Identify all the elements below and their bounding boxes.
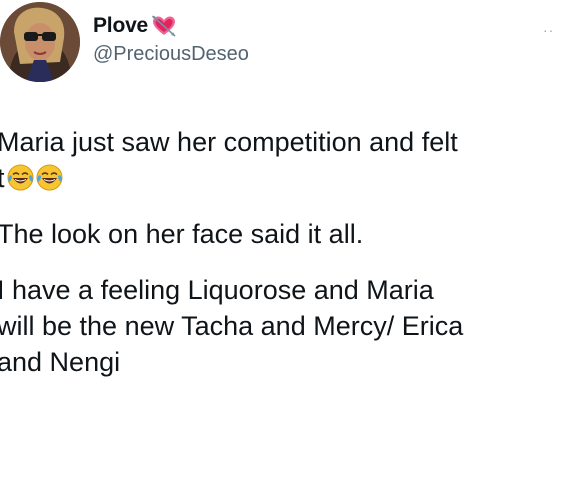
- tweet-text: Maria just saw her competition and felt …: [0, 124, 567, 380]
- user-handle[interactable]: @PreciousDeseo: [93, 43, 249, 66]
- face-with-tears-of-joy-icon: [36, 164, 63, 191]
- tweet-paragraph-3-line-3: and Nengi: [0, 347, 121, 377]
- tweet-paragraph-1-line-2-text: t: [0, 163, 5, 193]
- tweet-paragraph-1-line-1: Maria just saw her competition and felt: [0, 127, 458, 157]
- avatar-photo: [0, 2, 80, 82]
- tweet-paragraph-2: The look on her face said it all.: [0, 219, 364, 249]
- tweet-paragraph-3-line-1: I have a feeling Liquorose and Maria: [0, 275, 434, 305]
- tweet-card: Plove @PreciousDeseo ·· Maria just saw h…: [0, 0, 567, 479]
- tweet-paragraph-3-line-2: will be the new Tacha and Mercy/ Erica: [0, 311, 464, 341]
- tweet-paragraph-1-line-2: t: [0, 160, 567, 196]
- face-with-tears-of-joy-icon: [7, 164, 34, 191]
- more-options-icon[interactable]: ··: [543, 22, 554, 38]
- avatar[interactable]: [0, 2, 80, 82]
- display-name-row: Plove: [93, 12, 176, 40]
- display-name[interactable]: Plove: [93, 14, 148, 38]
- heart-with-arrow-icon: [151, 15, 176, 37]
